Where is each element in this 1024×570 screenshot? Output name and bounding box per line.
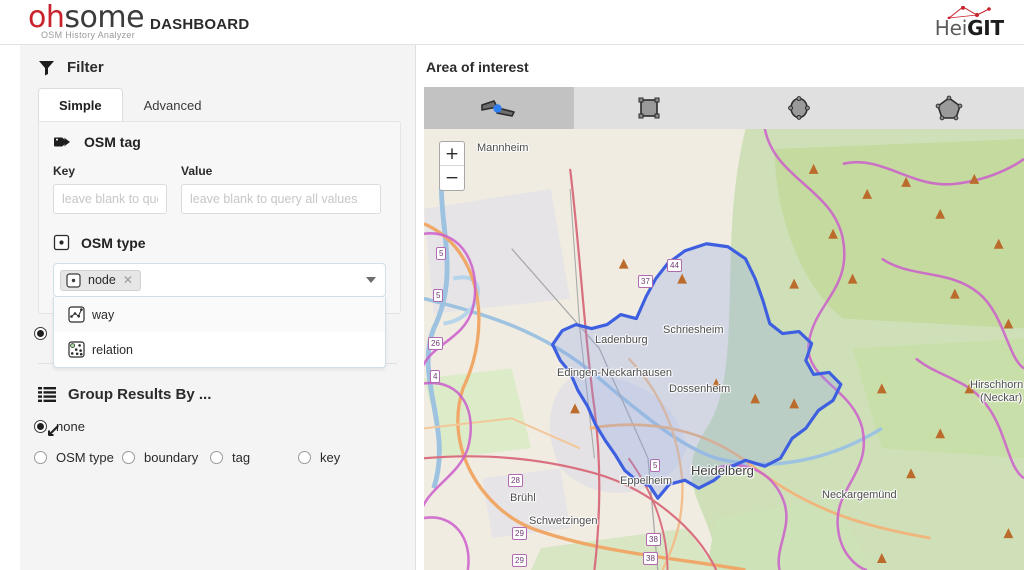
- radio-group-boundary[interactable]: boundary: [122, 450, 210, 465]
- key-label: Key: [53, 164, 76, 178]
- aoi-title: Area of interest: [426, 59, 529, 75]
- list-icon: [38, 387, 56, 402]
- app-header: ohsome OSM History Analyzer DASHBOARD He…: [0, 0, 1024, 45]
- filter-panel: Filter Simple Advanced OSM tag Key leave…: [20, 45, 416, 570]
- road-shield: 38: [643, 552, 658, 565]
- node-chip-icon: [66, 272, 81, 288]
- osm-tag-heading: OSM tag: [53, 134, 386, 150]
- radio-group-tag-control[interactable]: [210, 451, 223, 464]
- road-shield: 5: [650, 459, 661, 472]
- osm-type-multiselect[interactable]: node ✕ way relation: [53, 263, 386, 368]
- option-way-label: way: [92, 307, 115, 322]
- radio-group-key-label: key: [320, 450, 341, 465]
- radio-group-key[interactable]: key: [298, 450, 340, 465]
- key-input[interactable]: [53, 184, 167, 214]
- relation-icon: [68, 341, 85, 358]
- key-field-group: Key: [53, 164, 167, 214]
- radio-group-osm-type-control[interactable]: [34, 451, 47, 464]
- road-shield: 5: [436, 247, 447, 260]
- road-shield: 4: [430, 370, 441, 383]
- brand-dashboard-label: DASHBOARD: [150, 15, 250, 33]
- zoom-out-button[interactable]: −: [440, 166, 464, 190]
- measure-arrow-icon: [46, 424, 60, 441]
- road-shield: 37: [638, 275, 653, 288]
- road-shield: 28: [508, 474, 523, 487]
- heigit-logo[interactable]: HeiGIT: [935, 6, 1008, 38]
- road-shield: 26: [428, 337, 443, 350]
- brand-tagline: OSM History Analyzer: [41, 29, 136, 40]
- radio-group-osm-type-label: OSM type: [56, 450, 114, 465]
- way-icon: [68, 306, 85, 323]
- map-tiles: [424, 129, 1024, 570]
- map-canvas[interactable]: + − Mannheim Ladenburg Schriesheim Edingen-…: [424, 129, 1024, 570]
- radio-group-tag[interactable]: tag: [210, 450, 298, 465]
- value-field-group: Value: [181, 164, 381, 214]
- option-way[interactable]: way: [54, 297, 385, 332]
- radio-group-osm-type[interactable]: OSM type: [34, 450, 122, 465]
- aoi-tab-pentagon[interactable]: [874, 87, 1024, 129]
- filter-title: Filter: [67, 59, 104, 76]
- tab-advanced[interactable]: Advanced: [123, 88, 223, 121]
- road-shield: 29: [512, 554, 527, 567]
- osm-tag-title: OSM tag: [84, 134, 141, 150]
- radio-group-boundary-label: boundary: [144, 450, 199, 465]
- circle-icon: [788, 96, 810, 120]
- tag-icon: [53, 134, 73, 150]
- group-by-row-2: OSM type boundary tag key: [20, 450, 415, 465]
- app-body: Filter Simple Advanced OSM tag Key leave…: [0, 45, 1024, 570]
- app-root: ohsome OSM History Analyzer DASHBOARD He…: [0, 0, 1024, 570]
- zoom-in-button[interactable]: +: [440, 142, 464, 166]
- aoi-tool-tabs: [424, 87, 1024, 129]
- simple-filter-card: OSM tag Key Value: [38, 121, 401, 368]
- road-shield: 38: [646, 533, 661, 546]
- chip-node-remove-icon[interactable]: ✕: [123, 273, 133, 287]
- radio-group-key-control[interactable]: [298, 451, 311, 464]
- node-icon: [53, 234, 70, 251]
- value-label: Value: [181, 164, 213, 178]
- heigit-git: GIT: [967, 16, 1004, 40]
- chip-node[interactable]: node ✕: [60, 269, 141, 291]
- aoi-panel: Area of interest + − Mannheim Ladenburg …: [416, 45, 1024, 570]
- option-relation[interactable]: relation: [54, 332, 385, 367]
- brand-logo[interactable]: ohsome OSM History Analyzer DASHBOARD: [28, 3, 250, 40]
- radio-group-tag-label: tag: [232, 450, 251, 465]
- road-shield: 44: [667, 259, 682, 272]
- tag-fields: Key Value: [53, 164, 386, 214]
- map-zoom-controls[interactable]: + −: [439, 141, 465, 191]
- value-input[interactable]: [181, 184, 381, 214]
- osm-type-heading: OSM type: [53, 234, 386, 251]
- aoi-tab-circle[interactable]: [724, 87, 874, 129]
- pentagon-icon: [935, 95, 963, 121]
- chevron-down-icon[interactable]: [366, 277, 376, 283]
- road-shield: 29: [512, 527, 527, 540]
- aoi-tab-polygon-draw[interactable]: [424, 87, 574, 129]
- heigit-wordmark: HeiGIT: [935, 18, 1004, 38]
- chip-node-label: node: [88, 273, 116, 287]
- osm-type-title: OSM type: [81, 234, 146, 251]
- group-by-row-1: none: [20, 419, 415, 434]
- tab-simple[interactable]: Simple: [38, 88, 123, 121]
- osm-type-options-menu: way relation: [53, 297, 386, 368]
- heigit-hei: Hei: [934, 16, 968, 40]
- filter-icon: [38, 59, 55, 76]
- road-shield: 5: [433, 289, 444, 302]
- group-by-heading: Group Results By ...: [20, 364, 415, 413]
- group-by-title: Group Results By ...: [68, 386, 212, 403]
- brand-wordmark: ohsome: [28, 3, 145, 33]
- radio-count-control[interactable]: [34, 327, 47, 340]
- polygon-draw-icon: [481, 100, 515, 117]
- aoi-tab-bbox[interactable]: [574, 87, 724, 129]
- radio-group-none-label: none: [56, 419, 85, 434]
- option-relation-label: relation: [92, 342, 133, 357]
- filter-heading: Filter: [20, 45, 415, 86]
- filter-tabs: Simple Advanced: [20, 88, 415, 121]
- radio-group-boundary-control[interactable]: [122, 451, 135, 464]
- multiselect-control[interactable]: node ✕: [53, 263, 386, 297]
- bbox-icon: [638, 97, 660, 119]
